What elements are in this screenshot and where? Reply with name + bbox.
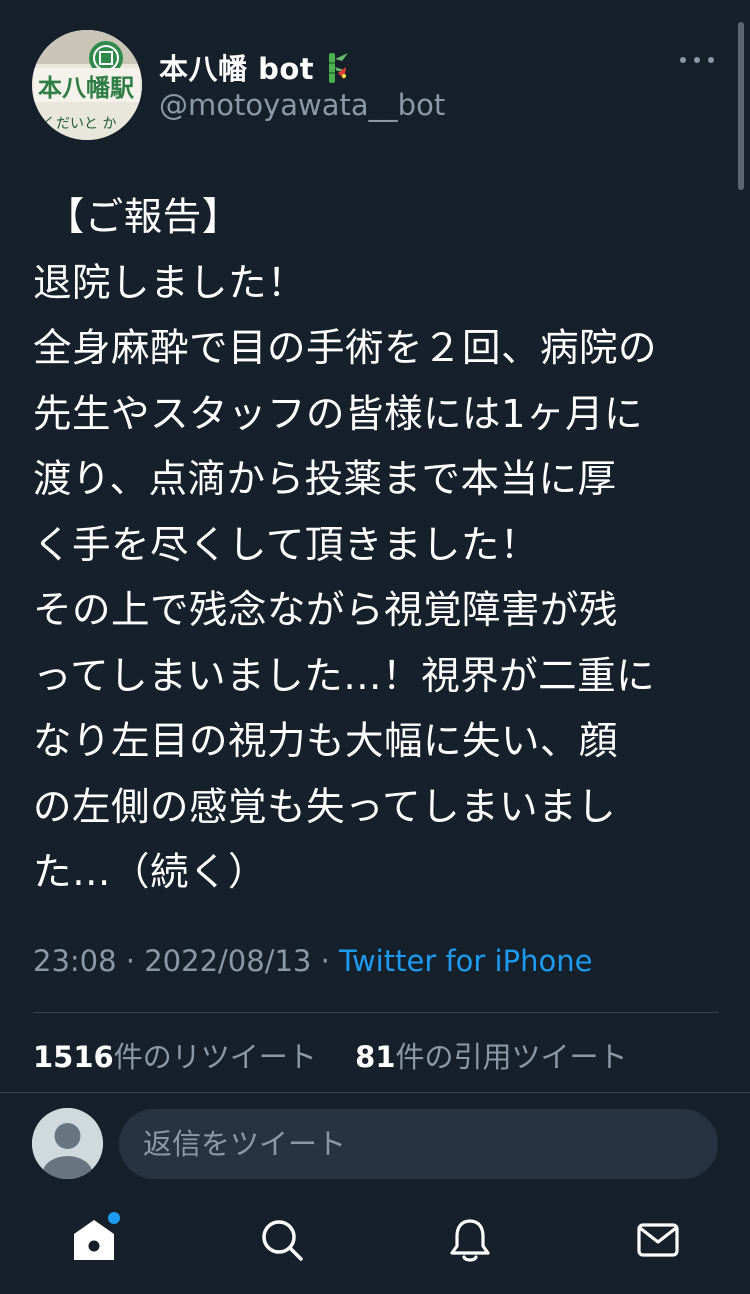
author-display-name[interactable]: 本八幡 bot — [159, 46, 314, 88]
more-options-icon[interactable] — [680, 50, 714, 70]
tab-messages[interactable] — [634, 1216, 682, 1264]
tab-search[interactable] — [258, 1216, 306, 1264]
quotes-stat[interactable]: 81件の引用ツイート — [355, 1040, 627, 1074]
bell-icon — [450, 1219, 490, 1262]
meta-separator: · — [125, 944, 136, 978]
author-avatar[interactable]: 本八幡駅 くだいと か — [32, 30, 142, 140]
tweet-text: 【ご報告】 退院しました！ 全身麻酔で目の手術を２回、病院の 先生やスタッフの皆… — [33, 195, 658, 895]
tweet-time: 23:08 — [33, 944, 117, 978]
station-sign-image: 本八幡駅 くだいと か — [32, 30, 142, 140]
reply-bar — [0, 1108, 750, 1180]
mail-icon — [637, 1223, 679, 1257]
tab-notifications[interactable] — [446, 1216, 494, 1264]
tweet-stats: 1516件のリツイート 81件の引用ツイート — [33, 1034, 628, 1076]
tweet-source-link[interactable]: Twitter for iPhone — [339, 944, 592, 978]
retweets-label: 件のリツイート — [113, 1040, 317, 1074]
scrollbar[interactable] — [738, 22, 744, 190]
meta-separator: · — [320, 944, 330, 978]
tweet-meta: 23:08 · 2022/08/13 · Twitter for iPhone — [33, 944, 592, 978]
svg-text:くだいと か: くだいと か — [42, 116, 116, 132]
bottom-tab-bar — [0, 1200, 750, 1294]
svg-text:本八幡駅: 本八幡駅 — [38, 74, 134, 102]
retweets-stat[interactable]: 1516件のリツイート — [33, 1040, 317, 1074]
retweets-count: 1516 — [33, 1040, 114, 1074]
tweet-date: 2022/08/13 — [144, 944, 312, 978]
default-user-icon — [32, 1108, 103, 1179]
author-name-row[interactable]: 本八幡 bot — [159, 46, 350, 88]
divider — [33, 1012, 718, 1013]
quotes-label: 件の引用ツイート — [395, 1040, 628, 1074]
reply-input[interactable] — [119, 1109, 718, 1179]
divider — [0, 1092, 750, 1093]
bamboo-decoration-icon — [329, 53, 349, 83]
author-handle[interactable]: @motoyawata__bot — [159, 88, 445, 122]
search-icon — [262, 1220, 303, 1261]
tab-home[interactable] — [70, 1212, 120, 1264]
quotes-count: 81 — [355, 1040, 396, 1074]
user-avatar[interactable] — [32, 1108, 103, 1179]
tweet-header: 本八幡駅 くだいと か 本八幡 bot @motoyawata__bot — [32, 30, 722, 142]
notification-dot — [108, 1212, 120, 1224]
